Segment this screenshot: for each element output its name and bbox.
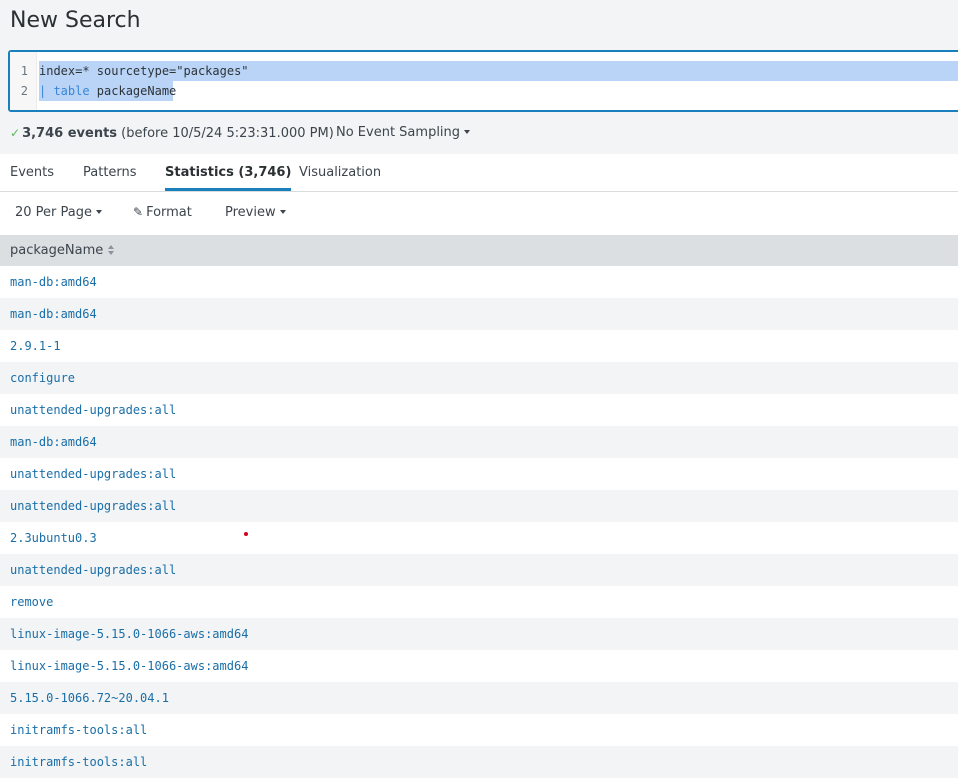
table-cell-packagename[interactable]: man-db:amd64 [10,266,97,298]
table-row: man-db:amd64 [0,266,958,298]
table-cell-packagename[interactable]: 5.15.0-1066.72~20.04.1 [10,682,169,714]
table-row: initramfs-tools:all [0,714,958,746]
search-query-editor[interactable]: 1 index=* sourcetype="packages" 2 | tabl… [8,50,958,112]
table-cell-packagename[interactable]: configure [10,362,75,394]
event-time-range: (before 10/5/24 5:23:31.000 PM) [121,126,334,141]
pipe-symbol: | [39,84,54,98]
per-page-label: 20 Per Page [15,205,92,220]
results-tabs: Events Patterns Statistics (3,746) Visua… [0,154,958,192]
command-args: packageName [89,84,177,98]
table-row: unattended-upgrades:all [0,394,958,426]
caret-down-icon [464,129,471,134]
column-header-label: packageName [10,243,104,258]
table-row: man-db:amd64 [0,298,958,330]
table-cell-packagename[interactable]: linux-image-5.15.0-1066-aws:amd64 [10,618,248,650]
table-row: initramfs-tools:all [0,746,958,778]
table-cell-packagename[interactable]: linux-image-5.15.0-1066-aws:amd64 [10,650,248,682]
table-cell-packagename[interactable]: unattended-upgrades:all [10,394,176,426]
pencil-icon: ✎ [133,205,144,219]
table-row: configure [0,362,958,394]
table-row: man-db:amd64 [0,426,958,458]
event-sampling-label: No Event Sampling [336,125,461,140]
results-toolbar: 20 Per Page ✎ Format Preview [0,192,958,235]
format-button[interactable]: ✎ Format [133,205,192,220]
table-cell-packagename[interactable]: remove [10,586,53,618]
query-text: index=* sourcetype="packages" [39,64,249,78]
table-cell-packagename[interactable]: man-db:amd64 [10,426,97,458]
query-line-2[interactable]: 2 | table packageName [10,81,958,101]
cursor-marker-dot [244,532,248,536]
tab-events[interactable]: Events [10,154,54,191]
check-icon: ✓ [10,126,21,140]
search-status: ✓ 3,746 events (before 10/5/24 5:23:31.00… [10,124,334,142]
table-cell-packagename[interactable]: initramfs-tools:all [10,746,147,778]
table-row: unattended-upgrades:all [0,458,958,490]
table-row: unattended-upgrades:all [0,554,958,586]
event-count: 3,746 events [22,126,118,141]
command-keyword: table [53,84,90,98]
event-sampling-dropdown[interactable]: No Event Sampling [336,124,471,142]
table-cell-packagename[interactable]: unattended-upgrades:all [10,490,176,522]
tab-visualization[interactable]: Visualization [299,154,381,191]
table-row: unattended-upgrades:all [0,490,958,522]
page-title: New Search [10,8,141,33]
preview-dropdown[interactable]: Preview [225,205,286,220]
table-row: linux-image-5.15.0-1066-aws:amd64 [0,618,958,650]
table-cell-packagename[interactable]: unattended-upgrades:all [10,458,176,490]
table-row: linux-image-5.15.0-1066-aws:amd64 [0,650,958,682]
sort-icon[interactable] [108,244,115,255]
table-cell-packagename[interactable]: 2.9.1-1 [10,330,61,362]
format-label: Format [146,205,192,220]
per-page-dropdown[interactable]: 20 Per Page [15,205,102,220]
table-cell-packagename[interactable]: 2.3ubuntu0.3 [10,522,97,554]
table-row: remove [0,586,958,618]
query-line-1[interactable]: 1 index=* sourcetype="packages" [10,61,958,81]
table-header: packageName [0,235,958,266]
tab-patterns[interactable]: Patterns [83,154,137,191]
table-row: 2.3ubuntu0.3 [0,522,958,554]
table-cell-packagename[interactable]: unattended-upgrades:all [10,554,176,586]
line-number: 1 [20,64,28,78]
column-header-packagename[interactable]: packageName [10,235,115,266]
results-table-body: man-db:amd64 man-db:amd64 2.9.1-1 configure… [0,266,958,778]
caret-down-icon [96,209,102,214]
caret-down-icon [279,209,286,214]
line-number: 2 [20,84,28,98]
preview-label: Preview [225,205,276,220]
table-row: 2.9.1-1 [0,330,958,362]
table-cell-packagename[interactable]: man-db:amd64 [10,298,97,330]
table-row: 5.15.0-1066.72~20.04.1 [0,682,958,714]
tab-statistics[interactable]: Statistics (3,746) [165,154,292,191]
table-cell-packagename[interactable]: initramfs-tools:all [10,714,147,746]
query-text: | table packageName [39,81,176,101]
